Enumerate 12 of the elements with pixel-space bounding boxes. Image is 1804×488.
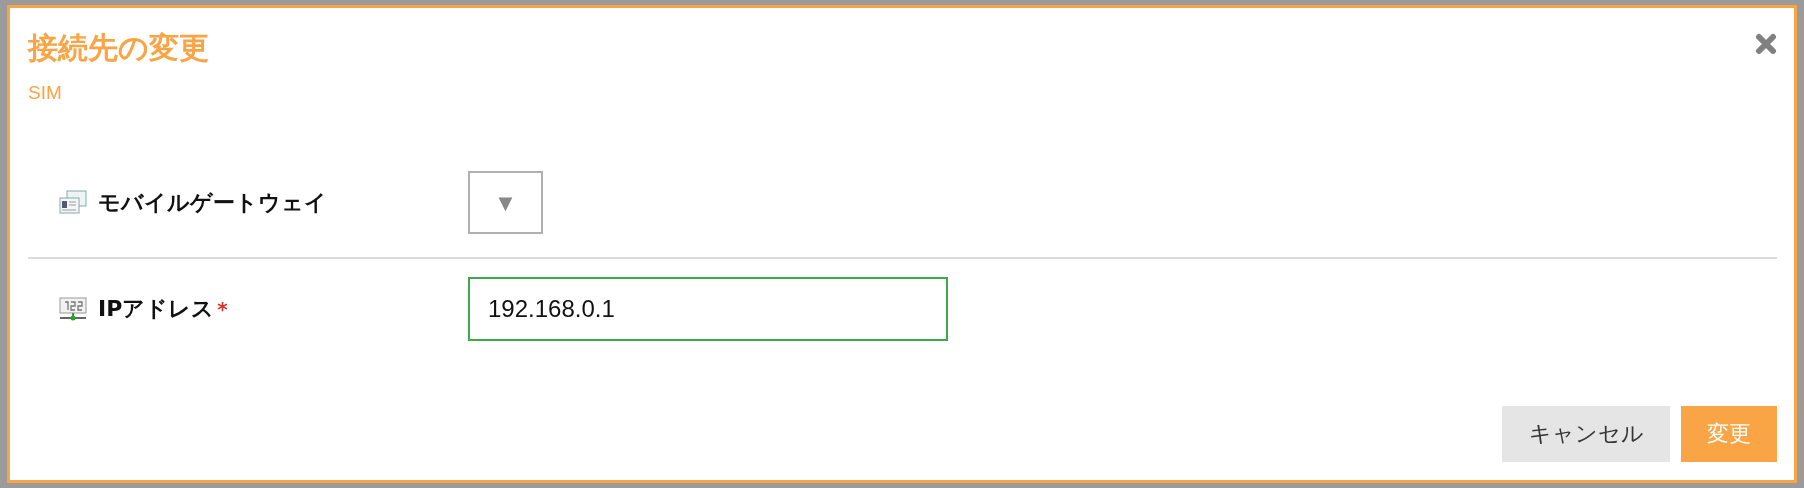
field-label: モバイルゲートウェイ: [98, 188, 327, 217]
dialog-title: 接続先の変更: [28, 29, 209, 67]
id-cards-icon: [58, 188, 88, 217]
dialog-subtitle: SIM: [28, 82, 63, 104]
close-icon: [1755, 33, 1777, 55]
ip-monitor-icon: [58, 295, 88, 323]
ip-address-field[interactable]: 192.168.0.1: [468, 277, 948, 341]
dropdown[interactable]: ▼: [468, 171, 543, 234]
cancel-button[interactable]: キャンセル: [1502, 406, 1670, 462]
required-mark: *: [217, 297, 228, 321]
field-label: IPアドレス: [98, 295, 215, 323]
close-button[interactable]: [1755, 33, 1777, 55]
